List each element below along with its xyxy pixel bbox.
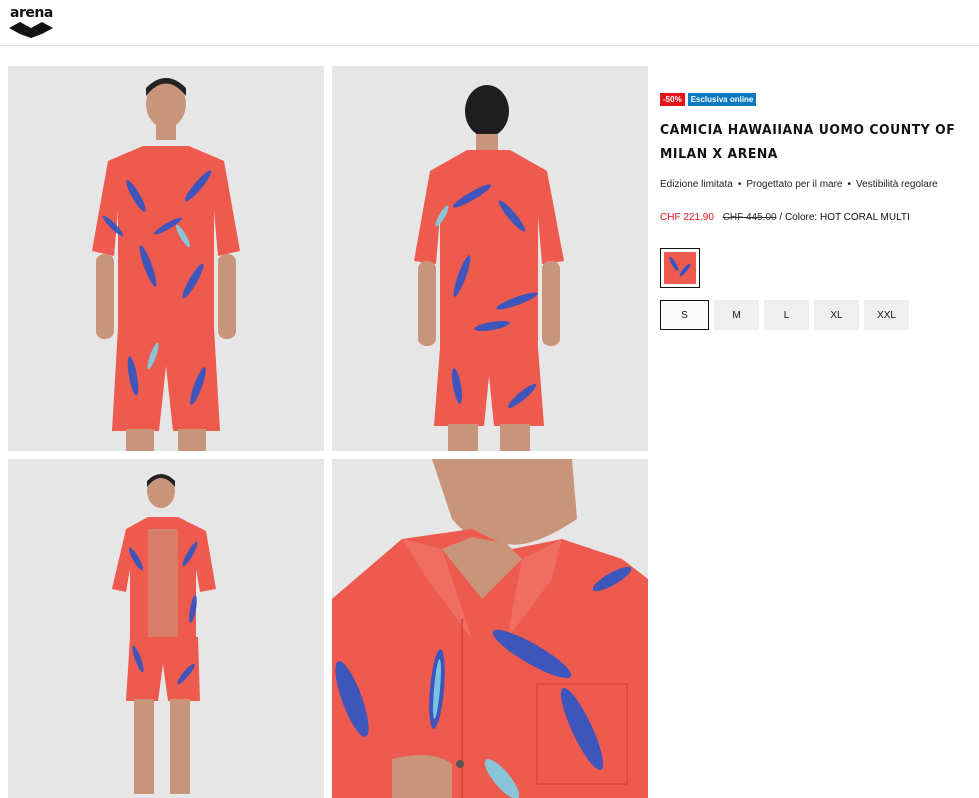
size-option-m[interactable]: M bbox=[714, 300, 759, 330]
logo-text: arena bbox=[10, 5, 53, 21]
size-option-s[interactable]: S bbox=[660, 300, 709, 330]
size-option-l[interactable]: L bbox=[764, 300, 809, 330]
size-selector: S M L XL XXL bbox=[660, 300, 975, 330]
product-image-detail[interactable] bbox=[332, 459, 648, 798]
badges: -50% Esclusiva online bbox=[660, 93, 975, 106]
discount-badge: -50% bbox=[660, 93, 685, 106]
size-option-xxl[interactable]: XXL bbox=[864, 300, 909, 330]
current-price: CHF 221.90 bbox=[660, 212, 714, 223]
site-header: arena bbox=[0, 0, 979, 46]
online-exclusive-badge: Esclusiva online bbox=[687, 93, 757, 106]
feature-separator: • bbox=[737, 179, 742, 190]
feature-item: Edizione limitata bbox=[660, 179, 733, 190]
swatch-thumbnail bbox=[664, 252, 696, 284]
feature-item: Vestibilità regolare bbox=[856, 179, 938, 190]
arena-diamond-logo-icon bbox=[9, 22, 53, 38]
product-title: CAMICIA HAWAIIANA UOMO COUNTY OF MILAN X… bbox=[660, 122, 956, 162]
size-option-xl[interactable]: XL bbox=[814, 300, 859, 330]
color-swatch-hot-coral[interactable] bbox=[660, 248, 700, 288]
product-image-front[interactable] bbox=[8, 66, 324, 451]
product-image-full-body[interactable] bbox=[8, 459, 324, 798]
product-image-back[interactable] bbox=[332, 66, 648, 451]
feature-separator: • bbox=[847, 179, 852, 190]
arena-logo[interactable]: arena bbox=[9, 5, 53, 38]
product-info: -50% Esclusiva online CAMICIA HAWAIIANA … bbox=[660, 93, 975, 330]
original-price: CHF 445.00 bbox=[722, 212, 777, 223]
price-line: CHF 221.90 CHF 445.00 / Colore: HOT CORA… bbox=[660, 212, 975, 223]
feature-item: Progettato per il mare bbox=[746, 179, 843, 190]
feature-list: Edizione limitata • Progettato per il ma… bbox=[660, 179, 975, 190]
color-label: / Colore: HOT CORAL MULTI bbox=[779, 212, 910, 223]
